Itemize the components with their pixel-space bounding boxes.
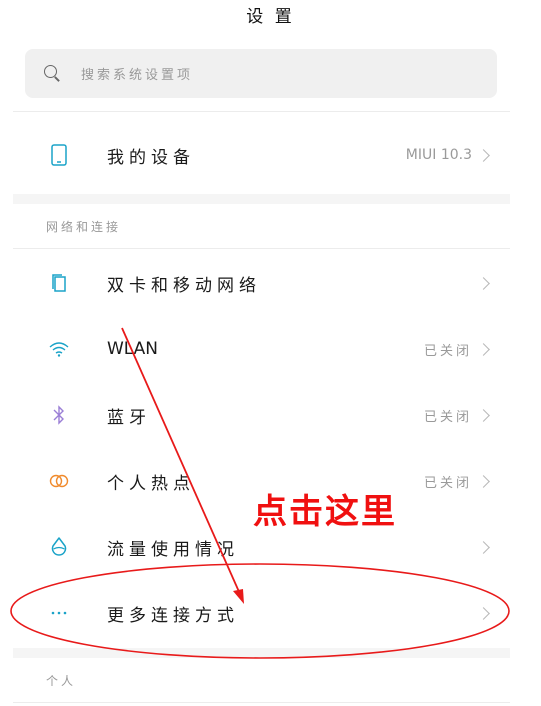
chevron-right-icon — [477, 148, 490, 162]
search-icon — [44, 65, 61, 82]
more-connections-label: 更多连接方式 — [107, 605, 239, 626]
section-header-network: 网络和连接 — [46, 220, 122, 234]
divider — [13, 111, 510, 112]
item-wlan[interactable]: WLAN 已关闭 — [13, 316, 510, 382]
bluetooth-status: 已关闭 — [423, 409, 472, 425]
item-more-connections[interactable]: 更多连接方式 — [13, 580, 510, 646]
page-title: 设 置 — [246, 7, 295, 27]
section-gap — [13, 648, 510, 658]
chevron-right-icon — [477, 342, 490, 356]
phone-icon — [47, 143, 71, 167]
bluetooth-icon — [47, 403, 71, 427]
hotspot-icon — [47, 469, 71, 493]
hotspot-status: 已关闭 — [423, 475, 472, 491]
wlan-status: 已关闭 — [423, 343, 472, 359]
chevron-right-icon — [477, 276, 490, 290]
chevron-right-icon — [477, 474, 490, 488]
item-bluetooth[interactable]: 蓝牙 已关闭 — [13, 382, 510, 448]
miui-version: MIUI 10.3 — [405, 147, 472, 163]
annotation-click-here: 点击这里 — [253, 492, 397, 532]
sim-card-icon — [47, 271, 71, 295]
divider — [13, 248, 510, 249]
divider — [13, 702, 510, 703]
chevron-right-icon — [477, 408, 490, 422]
data-usage-icon — [47, 535, 71, 559]
data-usage-label: 流量使用情况 — [107, 539, 239, 560]
wlan-label: WLAN — [107, 339, 159, 359]
my-device-label: 我的设备 — [107, 147, 195, 168]
chevron-right-icon — [477, 606, 490, 620]
hotspot-label: 个人热点 — [107, 473, 195, 494]
dual-sim-label: 双卡和移动网络 — [107, 275, 261, 296]
search-bar[interactable]: 搜索系统设置项 — [25, 49, 497, 98]
bluetooth-label: 蓝牙 — [107, 407, 151, 428]
wifi-icon — [47, 337, 71, 361]
sidebar-item-dual-sim[interactable]: 双卡和移动网络 — [13, 250, 510, 316]
section-gap — [13, 194, 510, 204]
search-placeholder: 搜索系统设置项 — [81, 68, 194, 83]
section-header-personal: 个人 — [46, 674, 77, 688]
my-device-row[interactable]: 我的设备 MIUI 10.3 — [13, 122, 510, 188]
more-dots-icon — [47, 601, 71, 625]
chevron-right-icon — [477, 540, 490, 554]
